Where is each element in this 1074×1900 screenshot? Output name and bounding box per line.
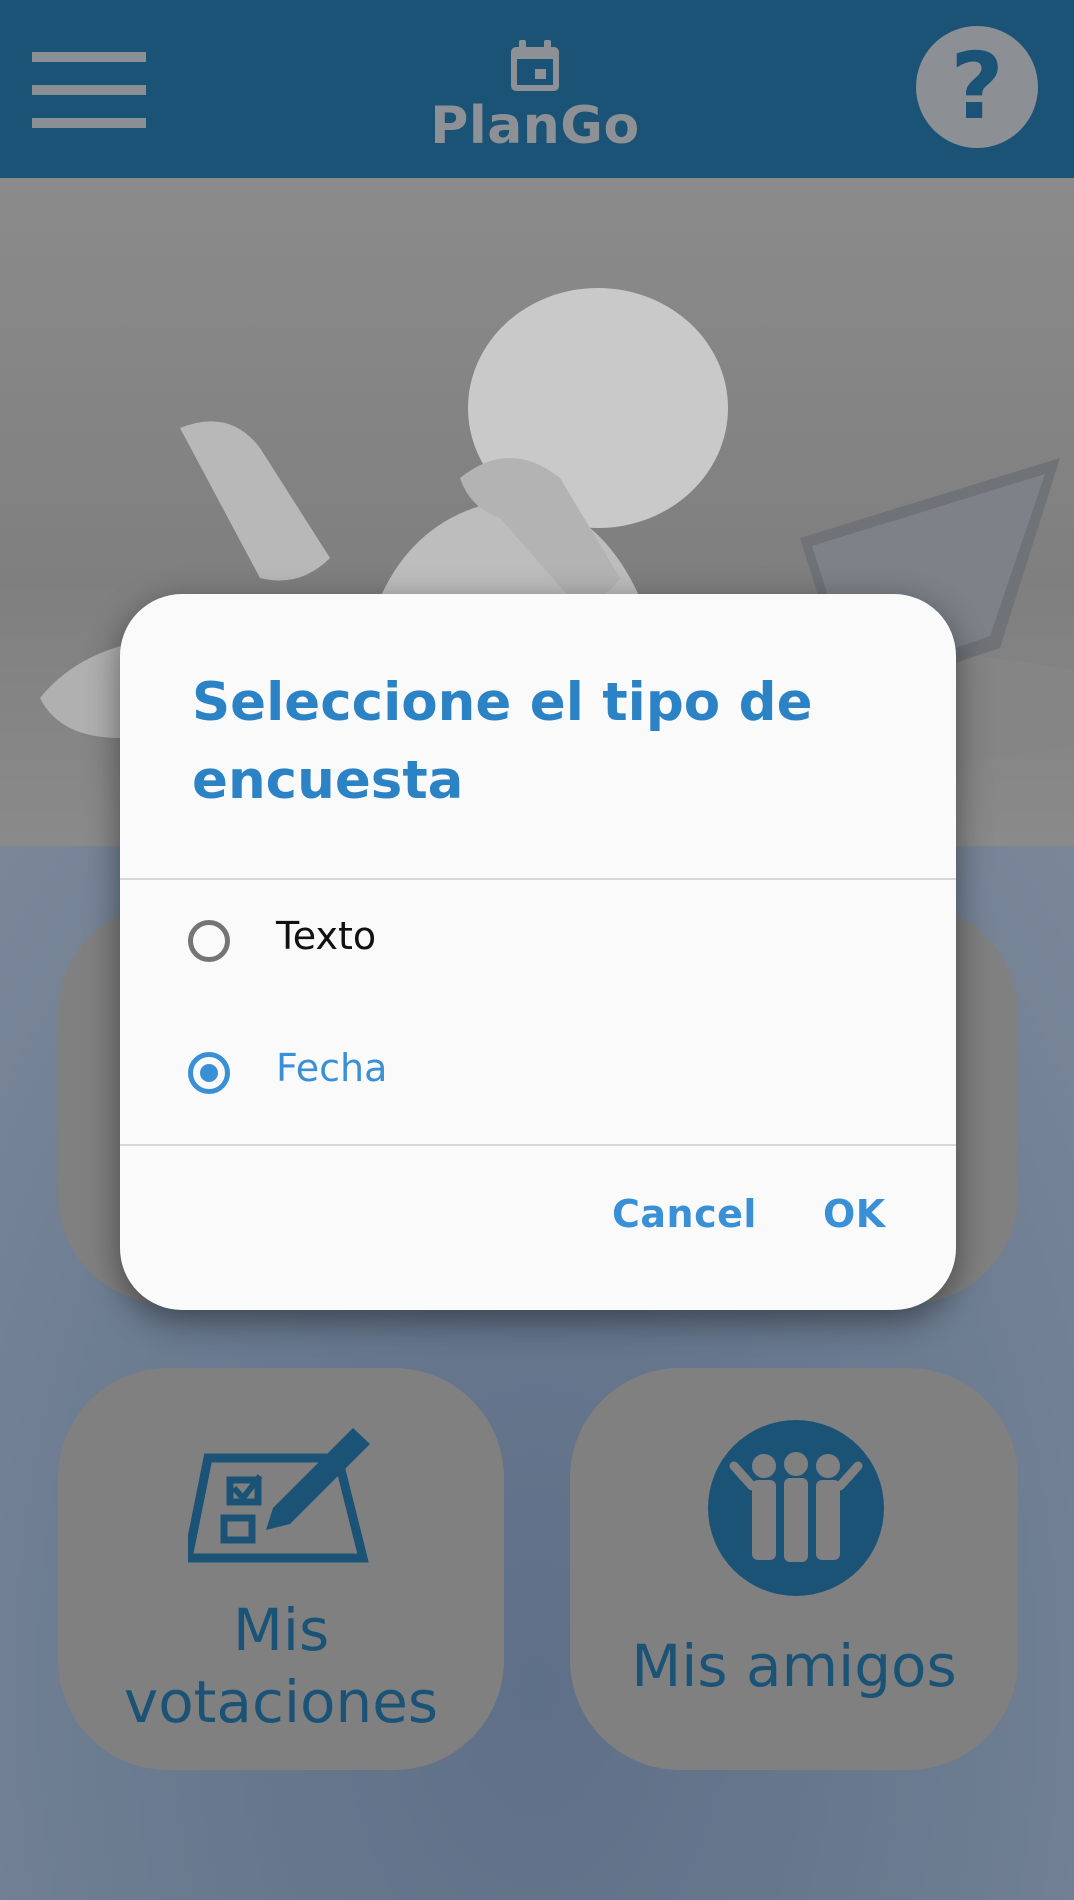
option-texto[interactable]: Texto — [120, 892, 956, 1002]
poll-type-dialog: Seleccione el tipo de encuesta Texto Fec… — [120, 594, 956, 1310]
option-texto-label: Texto — [276, 914, 377, 958]
option-fecha-label: Fecha — [276, 1046, 388, 1090]
app-title: PlanGo — [430, 96, 640, 156]
ballot-checklist-pencil-icon — [188, 1428, 370, 1563]
my-friends-tile[interactable]: Mis amigos — [570, 1368, 1018, 1770]
my-friends-label: Mis amigos — [631, 1632, 957, 1700]
app-bar: PlanGo ? — [0, 0, 1074, 178]
cancel-button[interactable]: Cancel — [612, 1192, 757, 1236]
hamburger-menu-icon[interactable] — [32, 52, 146, 128]
calendar-icon — [511, 40, 559, 91]
dialog-title: Seleccione el tipo de encuesta — [192, 672, 813, 811]
divider — [120, 1144, 956, 1146]
option-fecha[interactable]: Fecha — [120, 1024, 956, 1134]
group-of-friends-icon — [708, 1420, 884, 1596]
my-votes-label: Mis votaciones — [58, 1594, 504, 1738]
my-votes-label-line1: Mis — [232, 1596, 330, 1664]
my-votes-label-line2: votaciones — [123, 1668, 439, 1736]
help-button[interactable]: ? — [916, 26, 1038, 148]
my-votes-tile[interactable]: Mis votaciones — [58, 1368, 504, 1770]
divider — [120, 878, 956, 880]
radio-checked-icon[interactable] — [188, 1052, 230, 1094]
question-mark-icon: ? — [950, 33, 1004, 140]
app-logo: PlanGo — [420, 38, 650, 168]
radio-unchecked-icon[interactable] — [188, 920, 230, 962]
ok-button[interactable]: OK — [823, 1192, 886, 1236]
